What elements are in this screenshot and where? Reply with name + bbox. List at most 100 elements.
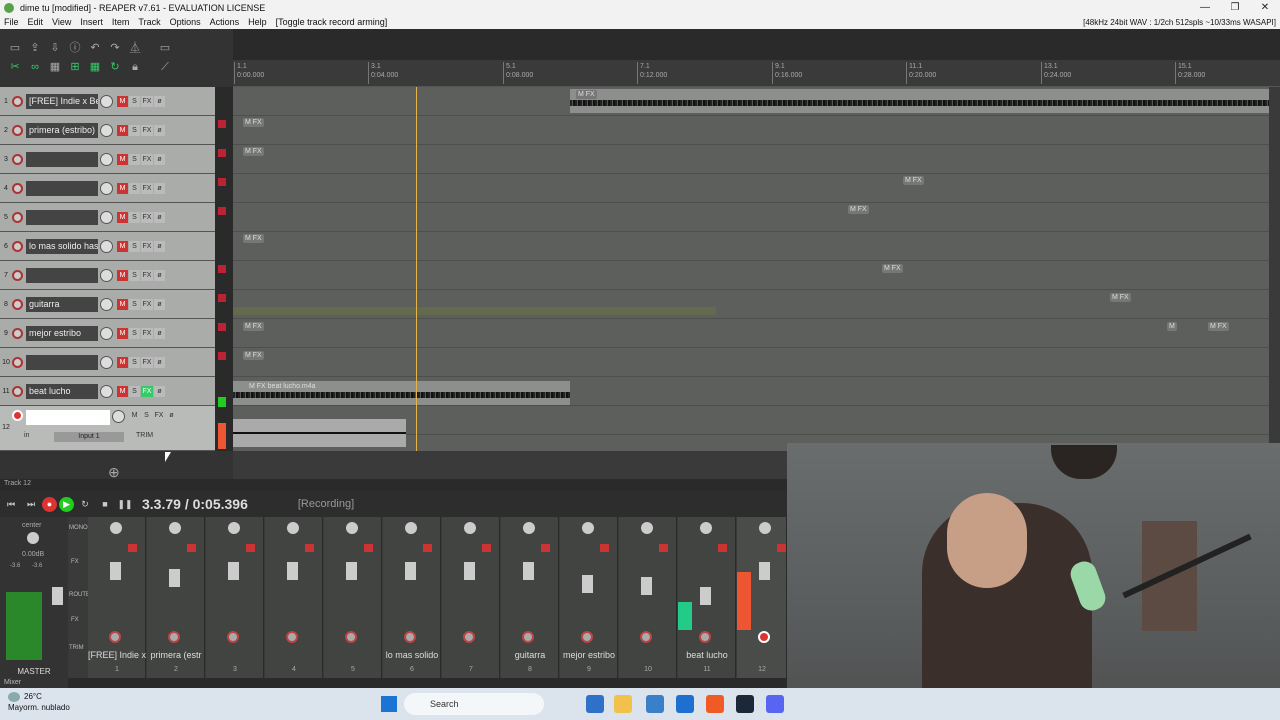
solo-button[interactable]: S [129,356,140,368]
mute-button[interactable] [187,544,196,552]
go-to-end-icon[interactable]: ⏭ [22,495,40,513]
pan-knob[interactable] [582,522,594,534]
mixer-strip[interactable]: 10 [619,517,677,678]
mixer-strip-armed[interactable]: 12 [737,517,787,678]
item-label[interactable]: M FX [1208,322,1229,331]
menu-view[interactable]: View [52,17,71,27]
fx-button[interactable]: FX [153,410,165,421]
phase-button[interactable]: ø [154,211,165,223]
menu-item[interactable]: Item [112,17,130,27]
grid-toggle-icon[interactable]: ✂ [8,60,22,74]
record-arm-icon[interactable] [345,631,357,643]
track-row[interactable]: 2 primera (estribo) M S FX ø [0,116,215,145]
track-name[interactable]: mejor estribo [26,325,98,341]
store-icon[interactable] [646,695,664,713]
item-label[interactable]: M [1167,322,1177,331]
solo-button[interactable]: S [129,240,140,252]
solo-button[interactable]: S [129,153,140,165]
add-track-icon[interactable]: ⊕ [108,464,120,481]
item-label[interactable]: M FX [576,90,597,99]
record-arm-icon[interactable] [12,124,23,136]
track-name[interactable] [26,151,98,167]
menu-actions[interactable]: Actions [210,17,240,27]
mixer-strip[interactable]: guitarra 8 [501,517,559,678]
phase-button[interactable]: ø [154,182,165,194]
menu-track[interactable]: Track [138,17,160,27]
open-project-icon[interactable]: ⇪ [28,41,42,55]
track-name[interactable]: lo mas solido has [26,238,98,254]
volume-knob[interactable] [100,152,113,166]
mute-button[interactable]: M [117,211,128,223]
volume-knob[interactable] [100,239,113,253]
metronome-icon[interactable]: ⏅ [128,41,142,55]
project-settings-icon[interactable]: ⓘ [68,41,82,55]
fx-button[interactable]: FX [141,124,153,136]
minimize-button[interactable]: — [1190,0,1220,15]
timeline-ruler[interactable]: 1.1 0:00.000 3.1 0:04.000 5.1 0:08.000 7.1 0… [233,60,1280,87]
record-arm-icon[interactable] [12,410,23,421]
item-label[interactable]: M FX [903,176,924,185]
track-row[interactable]: 5 M S FX ø [0,203,215,232]
mute-button[interactable] [718,544,727,552]
master-fader[interactable] [52,587,63,605]
weather-widget[interactable]: 26°C Mayorm. nublado [8,691,70,713]
recording-item[interactable] [233,419,406,447]
snap-icon[interactable]: ⊞ [68,60,82,74]
mixer-strip[interactable]: lo mas solido 6 [383,517,441,678]
empty-item-track8[interactable] [233,307,716,315]
menu-options[interactable]: Options [170,17,201,27]
volume-knob[interactable] [100,326,113,340]
track-row-armed[interactable]: 12 M S FX ø in Input 1 TRIM [0,406,215,451]
vertical-scrollbar[interactable] [1269,87,1280,451]
transport-time[interactable]: 3.3.79 / 0:05.396 [142,496,248,512]
volume-knob[interactable] [100,94,113,108]
menu-edit[interactable]: Edit [28,17,44,27]
track-name[interactable]: beat lucho [26,383,98,399]
trim-button[interactable]: TRIM [136,432,153,439]
mute-button[interactable]: M [129,410,140,421]
save-project-icon[interactable]: ⇩ [48,41,62,55]
track-row[interactable]: 8 guitarra M S FX ø [0,290,215,319]
phase-button[interactable]: ø [154,385,165,397]
mute-button[interactable] [659,544,668,552]
discord-icon[interactable] [766,695,784,713]
track-name[interactable]: primera (estribo) [26,122,98,138]
stop-icon[interactable]: ■ [96,495,114,513]
volume-knob[interactable] [100,297,113,311]
mute-button[interactable]: M [117,298,128,310]
volume-fader[interactable] [641,577,652,595]
volume-knob[interactable] [100,181,113,195]
solo-button[interactable]: S [129,269,140,281]
mixer-strip[interactable]: 4 [265,517,323,678]
mixer-strip[interactable]: 7 [442,517,500,678]
volume-fader[interactable] [346,562,357,580]
pan-knob[interactable] [169,522,181,534]
volume-fader[interactable] [759,562,770,580]
outlook-icon[interactable] [676,695,694,713]
master-fx-button[interactable]: FX [71,559,79,565]
strip-name[interactable]: [FREE] Indie x [88,650,146,660]
volume-knob[interactable] [112,410,125,423]
master-pan-knob[interactable] [27,532,39,544]
track-row[interactable]: 1 [FREE] Indie x Bec M S FX ø [0,87,215,116]
item-label[interactable]: M FX [243,322,264,331]
item-label[interactable]: M FX beat lucho.m4a [247,382,318,391]
menu-help[interactable]: Help [248,17,267,27]
phase-button[interactable]: ø [154,269,165,281]
master-trim-button[interactable]: TRIM [69,645,84,651]
mixer-strip[interactable]: [FREE] Indie x 1 [88,517,146,678]
item-label[interactable]: M FX [243,351,264,360]
solo-button[interactable]: S [129,298,140,310]
track-name-input[interactable] [26,410,110,425]
volume-fader[interactable] [169,569,180,587]
mute-button[interactable] [541,544,550,552]
strip-name[interactable]: guitarra [501,650,559,660]
input-monitor-label[interactable]: in [24,432,29,439]
volume-knob[interactable] [100,268,113,282]
input-select[interactable]: Input 1 [54,432,124,442]
record-arm-icon[interactable] [12,269,23,281]
record-arm-icon[interactable] [12,211,23,223]
item-label[interactable]: M FX [848,205,869,214]
go-to-start-icon[interactable]: ⏮ [2,495,20,513]
solo-button[interactable]: S [129,182,140,194]
